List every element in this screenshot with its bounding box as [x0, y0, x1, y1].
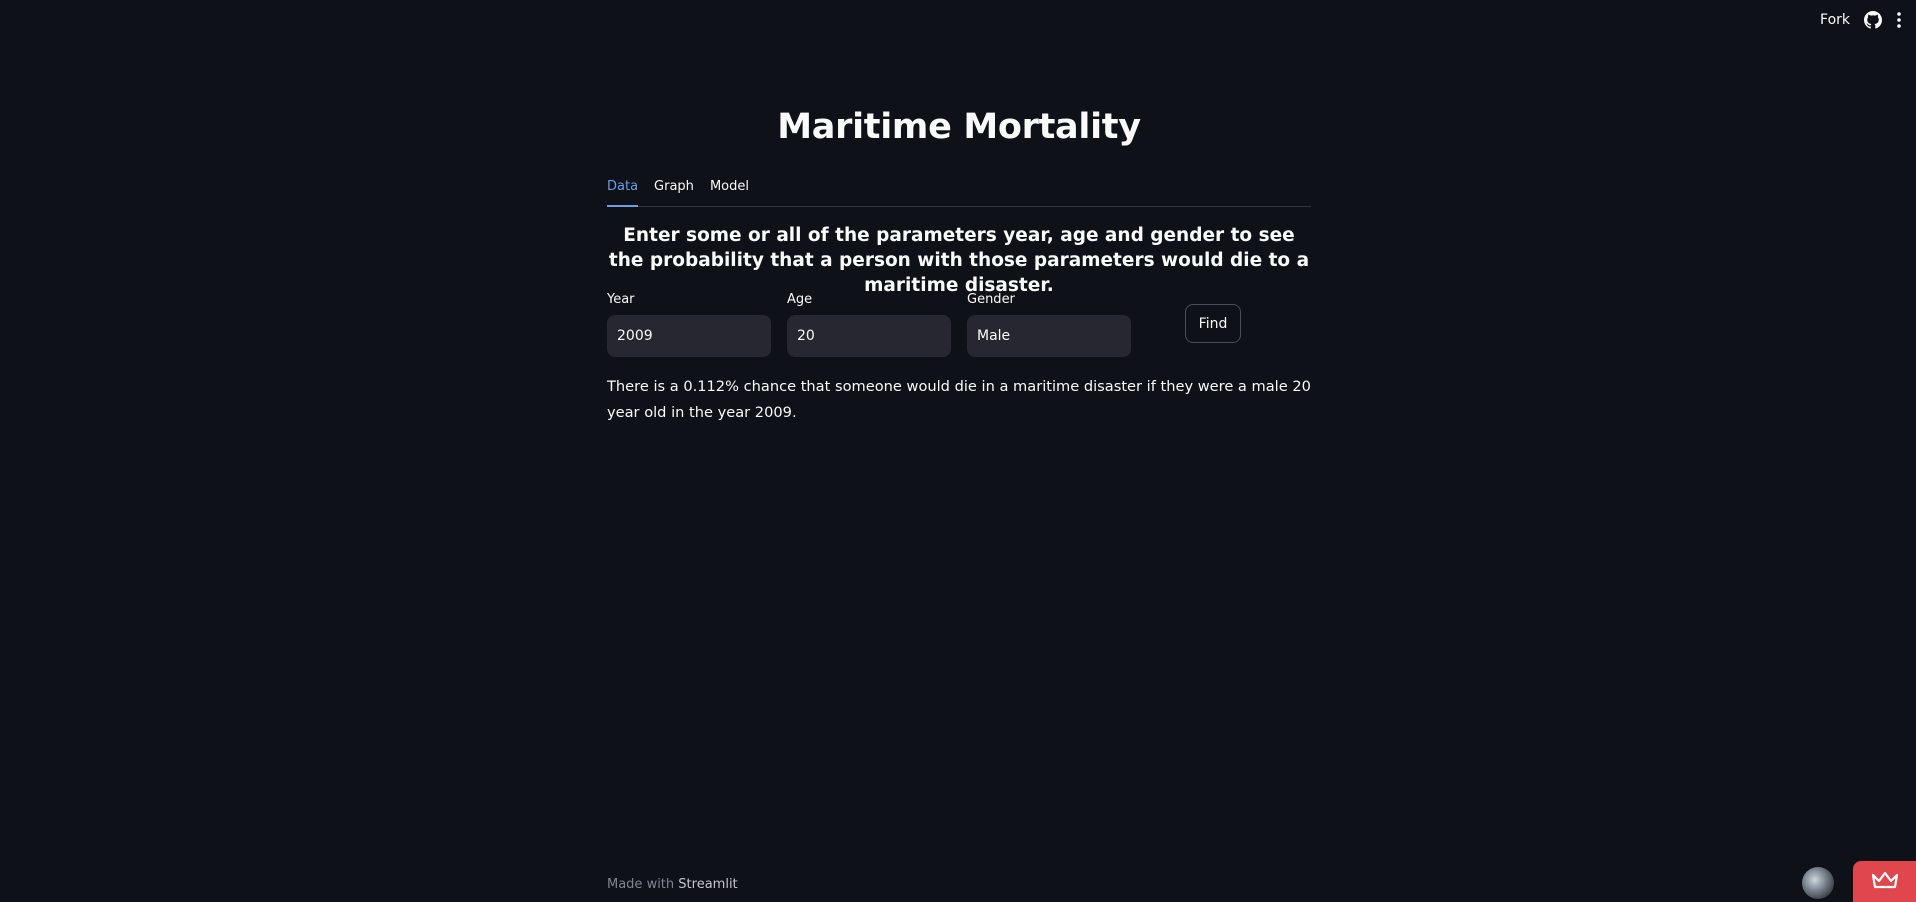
- app-window: Fork Maritime Mortality Data Graph Model…: [0, 0, 1916, 902]
- footer: Made with Streamlit: [607, 877, 738, 892]
- top-toolbar: Fork: [1820, 0, 1916, 40]
- kebab-menu-icon[interactable]: [1896, 11, 1902, 29]
- find-button[interactable]: Find: [1185, 304, 1241, 343]
- gender-input[interactable]: [967, 315, 1131, 357]
- instructions-heading: Enter some or all of the parameters year…: [608, 225, 1310, 296]
- result-text: There is a 0.112% chance that someone wo…: [607, 378, 1311, 421]
- streamlit-link[interactable]: Streamlit: [678, 877, 737, 892]
- tab-bar: Data Graph Model: [607, 174, 1311, 207]
- footer-made-with: Made with: [607, 877, 675, 892]
- avatar[interactable]: [1802, 867, 1834, 899]
- tab-data[interactable]: Data: [607, 174, 639, 207]
- age-input[interactable]: [787, 315, 951, 357]
- gender-label: Gender: [967, 292, 1015, 307]
- tab-graph[interactable]: Graph: [654, 174, 694, 206]
- year-input[interactable]: [607, 315, 771, 357]
- year-field: Year: [607, 291, 771, 357]
- age-label: Age: [787, 292, 813, 307]
- tab-model[interactable]: Model: [710, 174, 749, 206]
- streamlit-badge[interactable]: [1853, 861, 1916, 902]
- gender-field: Gender: [967, 291, 1131, 357]
- year-label: Year: [607, 292, 635, 307]
- fork-link[interactable]: Fork: [1820, 12, 1850, 28]
- crown-icon: [1871, 871, 1898, 893]
- page-title: Maritime Mortality: [777, 107, 1141, 147]
- age-field: Age: [787, 291, 951, 357]
- github-icon[interactable]: [1864, 11, 1882, 29]
